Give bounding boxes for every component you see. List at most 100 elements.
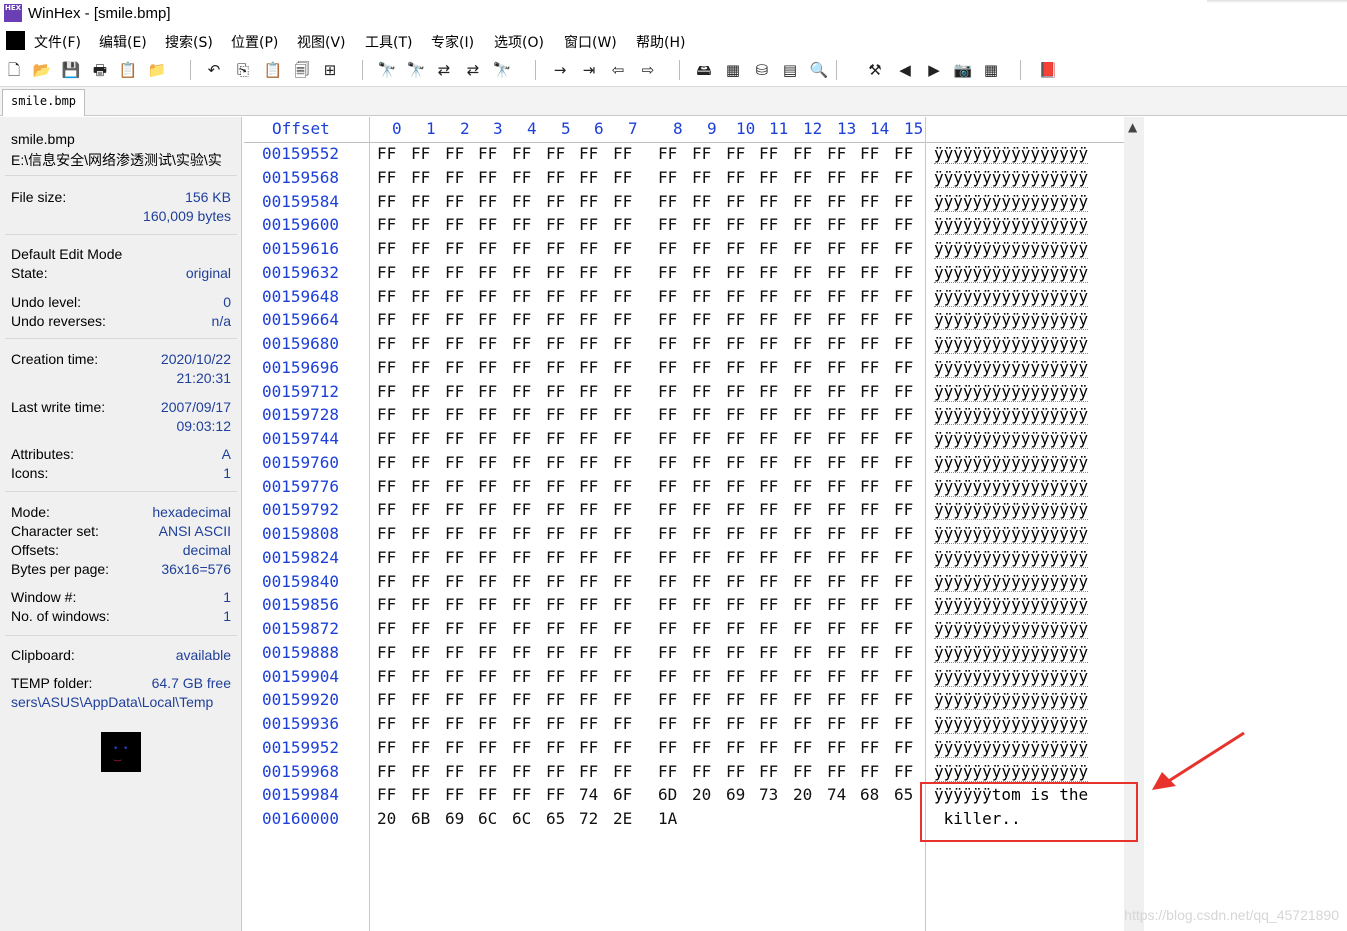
hex-byte[interactable]: FF [613,310,632,329]
hex-byte[interactable]: FF [860,358,879,377]
hex-byte[interactable]: FF [411,785,430,804]
hex-byte[interactable]: FF [759,192,778,211]
hex-byte[interactable]: FF [478,524,497,543]
hex-byte[interactable]: FF [613,144,632,163]
hex-byte[interactable]: FF [613,405,632,424]
hex-byte[interactable]: FF [692,453,711,472]
hex-byte[interactable]: FF [692,524,711,543]
hex-byte[interactable]: FF [860,762,879,781]
text-column-row[interactable]: ÿÿÿÿÿÿÿÿÿÿÿÿÿÿÿÿ [934,239,1089,259]
hex-byte[interactable]: FF [894,168,913,187]
hex-byte[interactable]: FF [512,453,531,472]
hex-byte[interactable]: FF [512,619,531,638]
text-column-row[interactable]: ÿÿÿÿÿÿÿÿÿÿÿÿÿÿÿÿ [934,524,1089,544]
hex-byte[interactable]: FF [726,334,745,353]
hex-byte[interactable]: FF [512,310,531,329]
hex-byte[interactable]: FF [613,595,632,614]
hex-byte[interactable]: FF [793,453,812,472]
menu-position[interactable]: 位置(P) [231,32,278,52]
hex-byte[interactable]: FF [658,334,677,353]
hex-byte[interactable]: FF [658,192,677,211]
text-column-row[interactable]: ÿÿÿÿÿÿÿÿÿÿÿÿÿÿÿÿ [934,667,1089,687]
hex-byte[interactable]: FF [512,239,531,258]
hex-byte[interactable]: FF [759,762,778,781]
hex-byte[interactable]: FF [860,405,879,424]
hex-byte[interactable]: FF [793,690,812,709]
hex-byte[interactable]: FF [445,310,464,329]
hex-byte[interactable]: FF [894,263,913,282]
hex-byte[interactable]: FF [546,477,565,496]
hex-byte[interactable]: FF [445,239,464,258]
hex-byte[interactable]: FF [377,192,396,211]
hex-byte[interactable]: FF [512,429,531,448]
hex-byte[interactable]: FF [692,382,711,401]
hex-byte[interactable]: 73 [759,785,778,804]
back-icon[interactable]: ⇦ [607,59,629,81]
paste-write-icon[interactable]: 🗐 [291,59,313,81]
hex-byte[interactable]: FF [793,263,812,282]
hex-byte[interactable]: FF [759,287,778,306]
hex-byte[interactable]: FF [411,334,430,353]
hex-byte[interactable]: FF [726,619,745,638]
hex-byte[interactable]: FF [894,144,913,163]
hex-byte[interactable]: FF [445,667,464,686]
hex-byte[interactable]: FF [546,144,565,163]
hex-byte[interactable]: FF [377,310,396,329]
hex-byte[interactable]: FF [512,595,531,614]
hex-byte[interactable]: FF [827,477,846,496]
hex-byte[interactable]: FF [512,477,531,496]
hex-byte[interactable]: FF [827,524,846,543]
hex-byte[interactable]: FF [759,429,778,448]
hex-byte[interactable]: FF [579,738,598,757]
hex-byte[interactable]: FF [613,524,632,543]
hex-byte[interactable]: FF [445,762,464,781]
hex-byte[interactable]: FF [759,595,778,614]
hex-byte[interactable]: FF [579,572,598,591]
hex-byte[interactable]: FF [759,477,778,496]
hex-byte[interactable]: FF [894,358,913,377]
hex-byte[interactable]: FF [658,453,677,472]
hex-byte[interactable]: FF [692,215,711,234]
hex-byte[interactable]: FF [726,168,745,187]
text-column-row[interactable]: ÿÿÿÿÿÿÿÿÿÿÿÿÿÿÿÿ [934,714,1089,734]
hex-byte[interactable]: FF [377,524,396,543]
hex-byte[interactable]: FF [726,762,745,781]
hex-byte[interactable]: FF [894,239,913,258]
hex-byte[interactable]: FF [512,287,531,306]
hex-byte[interactable]: FF [827,263,846,282]
hex-byte[interactable]: 2E [613,809,632,828]
hex-byte[interactable]: FF [793,405,812,424]
hex-byte[interactable]: FF [658,144,677,163]
hex-byte[interactable]: FF [759,643,778,662]
hex-byte[interactable]: FF [411,358,430,377]
hex-byte[interactable]: FF [579,429,598,448]
hex-byte[interactable]: FF [793,477,812,496]
hex-byte[interactable]: FF [377,714,396,733]
hex-byte[interactable]: FF [411,310,430,329]
hex-byte[interactable]: FF [546,168,565,187]
binary-icon[interactable]: ⊞ [319,59,341,81]
hex-byte[interactable]: FF [860,263,879,282]
hex-byte[interactable]: FF [827,168,846,187]
hex-byte[interactable]: FF [478,453,497,472]
hex-byte[interactable]: FF [579,453,598,472]
hex-byte[interactable]: FF [546,762,565,781]
text-column-row[interactable]: ÿÿÿÿÿÿÿÿÿÿÿÿÿÿÿÿ [934,477,1089,497]
table-icon[interactable]: ▦ [980,59,1002,81]
hex-byte[interactable]: FF [546,310,565,329]
hex-byte[interactable]: FF [546,405,565,424]
hex-byte[interactable]: FF [793,429,812,448]
hex-byte[interactable]: FF [894,215,913,234]
hex-byte[interactable]: FF [759,239,778,258]
hex-byte[interactable]: FF [692,429,711,448]
text-column-row[interactable]: ÿÿÿÿÿÿÿÿÿÿÿÿÿÿÿÿ [934,738,1089,758]
menu-view[interactable]: 视图(V) [297,32,346,52]
hex-byte[interactable]: FF [860,595,879,614]
hex-byte[interactable]: FF [860,548,879,567]
hex-byte[interactable]: FF [827,714,846,733]
hex-byte[interactable]: FF [726,215,745,234]
new-file-icon[interactable]: 🗋 [3,59,25,81]
hex-byte[interactable]: FF [894,572,913,591]
hex-byte[interactable]: FF [692,572,711,591]
next-icon[interactable]: ▶ [923,59,945,81]
